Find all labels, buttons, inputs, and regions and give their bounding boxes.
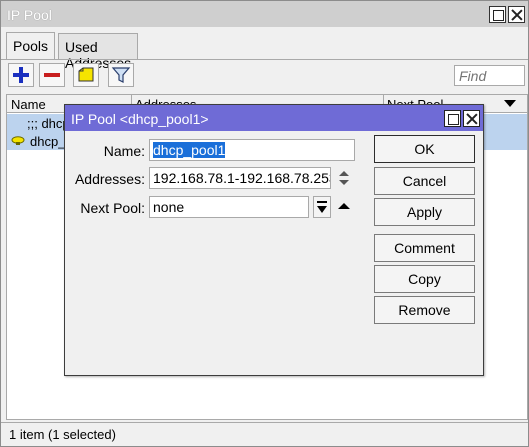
next-pool-value: none	[153, 199, 185, 215]
addresses-field[interactable]: 192.168.78.1-192.168.78.253	[149, 167, 331, 189]
apply-button[interactable]: Apply	[374, 198, 475, 226]
filter-button[interactable]	[108, 63, 134, 87]
maximize-icon[interactable]	[444, 110, 461, 127]
add-button[interactable]	[8, 63, 34, 87]
tab-pools[interactable]: Pools	[6, 32, 56, 59]
cancel-button[interactable]: Cancel	[374, 167, 475, 195]
comment-button[interactable]	[73, 63, 99, 87]
row-name: dhcp_	[30, 134, 66, 149]
note-icon	[78, 67, 94, 82]
column-header-name[interactable]: Name	[11, 97, 46, 112]
dropdown-button[interactable]	[313, 196, 331, 218]
up-arrow-icon[interactable]	[337, 199, 351, 213]
pool-icon	[11, 136, 25, 145]
addresses-value: 192.168.78.1-192.168.78.253	[153, 170, 331, 186]
status-bar: 1 item (1 selected)	[1, 422, 528, 446]
dialog-title: IP Pool <dhcp_pool1>	[71, 111, 209, 127]
copy-button[interactable]: Copy	[374, 265, 475, 293]
remove-button[interactable]	[39, 63, 65, 87]
status-text: 1 item (1 selected)	[9, 427, 116, 442]
find-input[interactable]	[454, 65, 525, 86]
column-menu-arrow-icon[interactable]	[504, 100, 516, 107]
window-titlebar[interactable]: IP Pool	[1, 1, 528, 27]
comment-button[interactable]: Comment	[374, 234, 475, 262]
ip-pool-dialog: IP Pool <dhcp_pool1> Name: dhcp_pool1 Ad…	[64, 104, 484, 376]
dropdown-arrow-icon	[317, 201, 327, 213]
next-pool-label: Next Pool:	[80, 200, 145, 216]
close-icon[interactable]	[463, 110, 480, 127]
window-title: IP Pool	[7, 7, 52, 23]
close-icon[interactable]	[508, 6, 525, 23]
name-value: dhcp_pool1	[153, 142, 226, 158]
name-field[interactable]: dhcp_pool1	[149, 139, 355, 161]
filter-icon	[111, 67, 131, 83]
tab-used-addresses[interactable]: Used Addresses	[58, 33, 139, 71]
maximize-icon[interactable]	[489, 6, 506, 23]
tab-divider	[1, 59, 528, 60]
up-down-icon[interactable]	[337, 168, 351, 188]
minus-icon	[44, 73, 60, 77]
addresses-label: Addresses:	[74, 171, 145, 187]
next-pool-select[interactable]: none	[149, 196, 309, 218]
dialog-titlebar[interactable]: IP Pool <dhcp_pool1>	[65, 105, 483, 131]
remove-button[interactable]: Remove	[374, 296, 475, 324]
plus-icon	[13, 67, 29, 83]
name-label: Name:	[103, 143, 145, 159]
ok-button[interactable]: OK	[374, 135, 475, 163]
